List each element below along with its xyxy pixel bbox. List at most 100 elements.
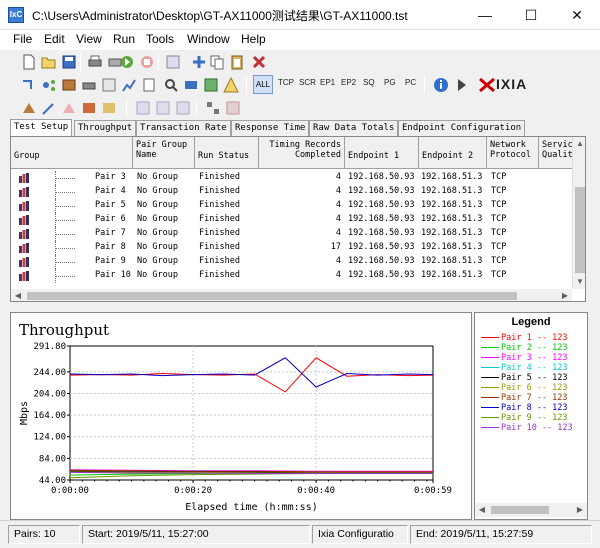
cell-group: No Group — [137, 256, 178, 266]
stop-icon[interactable] — [138, 53, 156, 71]
filter-pc-button[interactable]: PC — [405, 78, 416, 87]
scroll-down-arrow[interactable]: ▼ — [573, 275, 585, 289]
run-icon[interactable] — [118, 53, 136, 71]
minimize-button[interactable]: — — [462, 0, 508, 30]
legend-scroll-right[interactable]: ▶ — [573, 503, 587, 517]
tab-endpoint-configuration[interactable]: Endpoint Configuration — [398, 120, 526, 136]
tab-response-time[interactable]: Response Time — [231, 120, 310, 136]
layout-icon[interactable] — [204, 99, 222, 117]
col-header-endpoint-2[interactable]: Endpoint 2 — [419, 137, 487, 169]
pair-status-icon — [19, 229, 29, 239]
zoom-out-icon[interactable] — [154, 99, 172, 117]
open-icon[interactable] — [40, 53, 58, 71]
printer-icon[interactable] — [80, 76, 98, 94]
col-header-endpoint-1[interactable]: Endpoint 1 — [345, 137, 419, 169]
options-icon[interactable] — [100, 76, 118, 94]
menu-file[interactable]: File — [11, 32, 34, 46]
legend-horizontal-scrollbar[interactable]: ◀ ▶ — [475, 503, 587, 517]
cell-ep1: 192.168.50.93 — [348, 256, 415, 266]
maximize-button[interactable]: ☐ — [508, 0, 554, 30]
filter-tcp-button[interactable]: TCP — [278, 78, 294, 87]
table-row[interactable]: Pair 6 No Group Finished 4 192.168.50.93 192.… — [11, 213, 571, 227]
tab-raw-data-totals[interactable]: Raw Data Totals — [309, 120, 399, 136]
scroll-right-arrow[interactable]: ▶ — [558, 289, 572, 301]
col-header-service-quality[interactable]: Servic Qualit — [539, 137, 575, 169]
grid-icon[interactable] — [224, 99, 242, 117]
print-icon[interactable] — [86, 53, 104, 71]
col-header-pair-group-name[interactable]: Pair Group Name — [133, 137, 195, 169]
wand-icon[interactable] — [40, 99, 58, 117]
graph-icon[interactable] — [120, 76, 138, 94]
endpoint-icon[interactable] — [182, 76, 200, 94]
tree-line — [55, 234, 75, 235]
filter-all-button[interactable]: ALL — [253, 75, 273, 94]
paste-icon[interactable] — [228, 53, 246, 71]
legend-item[interactable]: Pair 10 -- 123 — [481, 423, 573, 434]
legend-label: Pair 4 -- 123 — [501, 363, 568, 373]
new-pair-icon[interactable] — [20, 99, 38, 117]
menu-run[interactable]: Run — [111, 32, 137, 46]
col-header-timing-records[interactable]: Timing Records Completed — [259, 137, 345, 169]
menu-view[interactable]: View — [74, 32, 104, 46]
save-icon[interactable] — [60, 53, 78, 71]
table-row[interactable]: Pair 7 No Group Finished 4 192.168.50.93 192.… — [11, 227, 571, 241]
scroll-thumb[interactable] — [575, 187, 585, 273]
table-row[interactable]: Pair 3 No Group Finished 4 192.168.50.93 192.… — [11, 171, 571, 185]
col-header-run-status[interactable]: Run Status — [195, 137, 259, 169]
col-header-network-protocol[interactable]: Network Protocol — [487, 137, 539, 169]
group-icon[interactable] — [60, 76, 78, 94]
zoom-in-icon[interactable] — [134, 99, 152, 117]
scroll-up-arrow[interactable]: ▲ — [573, 137, 585, 151]
filter-pg-button[interactable]: PG — [384, 78, 396, 87]
menu-edit[interactable]: Edit — [42, 32, 67, 46]
pair-icon[interactable] — [20, 76, 38, 94]
y-tick-label: 84.00 — [39, 454, 66, 464]
cell-ep1: 192.168.50.93 — [348, 270, 415, 280]
grid-vertical-scrollbar[interactable]: ▲ ▼ — [572, 137, 585, 289]
menu-window[interactable]: Window — [185, 32, 232, 46]
pair-status-icon — [19, 215, 29, 225]
hscroll-thumb[interactable] — [27, 292, 517, 300]
tab-throughput[interactable]: Throughput — [74, 120, 137, 136]
filter-ep1-button[interactable]: EP1 — [320, 78, 335, 87]
find-icon[interactable] — [162, 76, 180, 94]
y-tick-label: 44.00 — [39, 476, 66, 486]
pair-delete-icon[interactable] — [60, 99, 78, 117]
table-row[interactable]: Pair 5 No Group Finished 4 192.168.50.93 192.… — [11, 199, 571, 213]
help-arrow-icon[interactable] — [454, 76, 472, 94]
table-row[interactable]: Pair 9 No Group Finished 4 192.168.50.93 192.… — [11, 255, 571, 269]
table-row[interactable]: Pair 4 No Group Finished 4 192.168.50.93 192.… — [11, 185, 571, 199]
menu-bar: File Edit View Run Tools Window Help — [0, 30, 600, 50]
scroll-left-arrow[interactable]: ◀ — [11, 289, 25, 301]
export-icon[interactable] — [202, 76, 220, 94]
tab-transaction-rate[interactable]: Transaction Rate — [136, 120, 231, 136]
filter-scr-button[interactable]: SCR — [299, 78, 316, 87]
cell-records: 4 — [335, 186, 341, 196]
menu-help[interactable]: Help — [239, 32, 268, 46]
copy-icon[interactable] — [208, 53, 226, 71]
delete-icon[interactable] — [250, 53, 268, 71]
col-header-group[interactable]: Group — [11, 137, 133, 169]
close-button[interactable]: ✕ — [554, 0, 600, 30]
swap-icon[interactable] — [80, 99, 98, 117]
warning-icon[interactable] — [222, 76, 240, 94]
multicast-icon[interactable] — [40, 76, 58, 94]
new-icon[interactable] — [20, 53, 38, 71]
document-icon[interactable] — [140, 76, 158, 94]
edit-icon[interactable] — [164, 53, 182, 71]
pairs-grid: Group Pair Group Name Run Status Timing R… — [10, 136, 586, 302]
fit-icon[interactable] — [174, 99, 192, 117]
grid-horizontal-scrollbar[interactable]: ◀ ▶ — [11, 289, 572, 301]
info-icon[interactable] — [432, 76, 450, 94]
menu-tools[interactable]: Tools — [144, 32, 176, 46]
legend-scroll-left[interactable]: ◀ — [475, 503, 489, 517]
table-row[interactable]: Pair 10 No Group Finished 4 192.168.50.93 192… — [11, 269, 571, 283]
table-row[interactable]: Pair 8 No Group Finished 17 192.168.50.93 192… — [11, 241, 571, 255]
legend-scroll-thumb[interactable] — [491, 506, 549, 514]
tab-test-setup[interactable]: Test Setup — [10, 119, 73, 136]
filter-sq-button[interactable]: SQ — [363, 78, 375, 87]
filter-ep2-button[interactable]: EP2 — [341, 78, 356, 87]
add-pair-icon[interactable] — [190, 53, 208, 71]
cell-records: 4 — [335, 172, 341, 182]
rename-icon[interactable] — [100, 99, 118, 117]
